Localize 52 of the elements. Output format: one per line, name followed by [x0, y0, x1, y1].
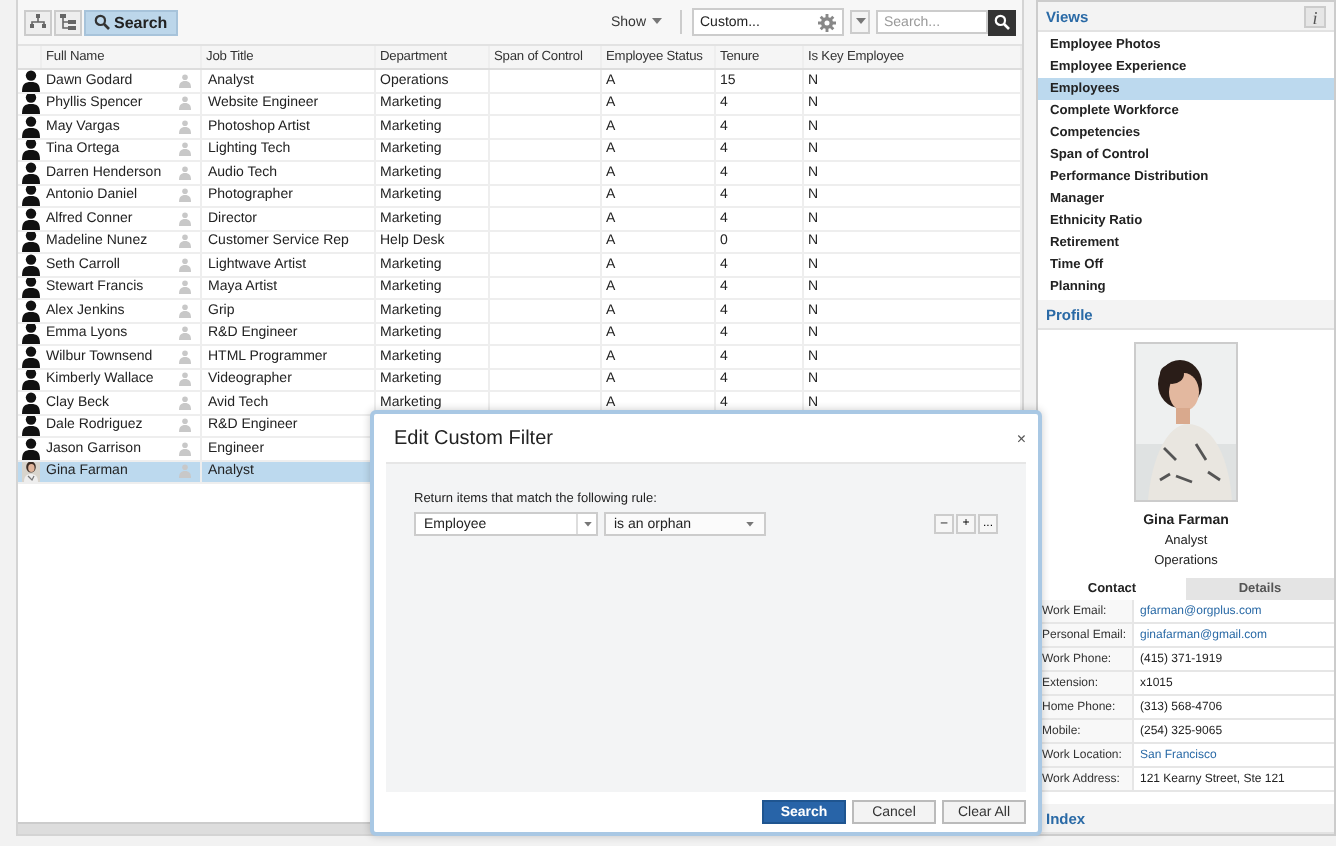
person-silhouette-icon [21, 438, 39, 459]
org-chart-button[interactable] [24, 9, 52, 35]
search-icon [994, 14, 1010, 30]
person-icon [178, 211, 192, 226]
close-button[interactable]: × [1016, 429, 1026, 447]
person-icon [178, 418, 192, 433]
person-icon [178, 441, 192, 456]
person-icon [178, 73, 192, 88]
settings-icon[interactable] [818, 13, 836, 31]
person-icon [178, 119, 192, 134]
person-icon [178, 349, 192, 364]
caret-icon [746, 521, 754, 527]
person-icon [178, 464, 192, 479]
person-silhouette-icon [21, 392, 39, 413]
org-chart-icon [30, 14, 46, 30]
person-silhouette-icon [21, 116, 39, 137]
person-silhouette-icon [21, 231, 39, 252]
dropdown-button[interactable] [850, 10, 870, 34]
person-icon [178, 280, 192, 295]
search-toggle-button[interactable]: Search [84, 9, 178, 35]
person-silhouette-icon [21, 369, 39, 390]
caret-icon [652, 18, 662, 26]
person-icon [178, 188, 192, 203]
person-icon [178, 372, 192, 387]
person-silhouette-icon [21, 208, 39, 229]
tree-icon [60, 14, 76, 30]
person-icon [178, 326, 192, 341]
info-button[interactable]: i [1304, 5, 1326, 27]
person-icon [178, 234, 192, 249]
person-icon [178, 303, 192, 318]
person-silhouette-icon [21, 254, 39, 275]
person-silhouette-icon [21, 70, 39, 91]
person-silhouette-icon [21, 277, 39, 298]
person-silhouette-icon [21, 185, 39, 206]
person-silhouette-icon [21, 300, 39, 321]
person-icon [178, 142, 192, 157]
person-silhouette-icon [21, 346, 39, 367]
caret-icon [583, 521, 591, 527]
person-silhouette-icon [21, 93, 39, 114]
person-icon [178, 395, 192, 410]
dialog-title: Edit Custom Filter [394, 427, 553, 449]
person-silhouette-icon [21, 139, 39, 160]
person-silhouette-icon [21, 415, 39, 436]
search-icon [94, 14, 110, 30]
caret-icon [855, 18, 865, 26]
person-icon [178, 257, 192, 272]
person-icon [178, 96, 192, 111]
tree-view-button[interactable] [54, 9, 82, 35]
person-icon [178, 165, 192, 180]
person-silhouette-icon [21, 162, 39, 183]
search-button[interactable] [988, 9, 1016, 35]
person-silhouette-icon [21, 323, 39, 344]
